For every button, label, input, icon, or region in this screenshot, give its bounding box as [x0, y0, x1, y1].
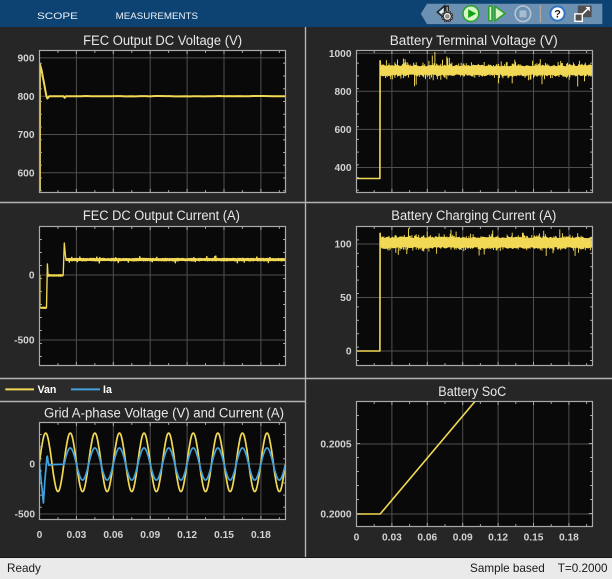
svg-text:50: 50 [340, 293, 352, 304]
svg-text:0: 0 [354, 532, 360, 543]
svg-text:0.12: 0.12 [488, 532, 508, 543]
svg-text:0.12: 0.12 [177, 530, 197, 541]
svg-text:Ia: Ia [103, 384, 112, 396]
svg-text:100: 100 [335, 240, 352, 251]
svg-text:0.2005: 0.2005 [320, 440, 351, 451]
svg-text:0.2000: 0.2000 [320, 510, 351, 521]
svg-text:600: 600 [18, 168, 35, 179]
svg-text:0.03: 0.03 [66, 530, 86, 541]
svg-text:MEASUREMENTS: MEASUREMENTS [116, 11, 198, 22]
svg-text:0.18: 0.18 [251, 530, 271, 541]
svg-text:0.06: 0.06 [103, 530, 123, 541]
svg-text:600: 600 [335, 125, 352, 136]
svg-text:0.09: 0.09 [453, 532, 473, 543]
svg-text:Battery Charging Current (A): Battery Charging Current (A) [391, 208, 556, 223]
svg-text:Battery SoC: Battery SoC [438, 384, 506, 399]
svg-text:-500: -500 [14, 336, 35, 347]
svg-text:FEC Output DC Voltage (V): FEC Output DC Voltage (V) [83, 33, 242, 48]
svg-text:?: ? [554, 8, 561, 20]
svg-text:0.18: 0.18 [559, 532, 579, 543]
svg-text:-500: -500 [15, 510, 36, 521]
svg-text:800: 800 [18, 92, 35, 103]
svg-text:0.09: 0.09 [140, 530, 160, 541]
svg-text:800: 800 [335, 87, 352, 98]
svg-text:700: 700 [18, 130, 35, 141]
svg-text:1000: 1000 [329, 49, 352, 60]
svg-text:Grid A-phase Voltage (V) and C: Grid A-phase Voltage (V) and Current (A) [44, 405, 284, 420]
svg-text:0.06: 0.06 [417, 532, 437, 543]
svg-text:FEC DC Output Current (A): FEC DC Output Current (A) [83, 208, 240, 223]
svg-text:Battery Terminal Voltage (V): Battery Terminal Voltage (V) [390, 33, 558, 48]
svg-text:400: 400 [335, 163, 352, 174]
svg-text:SCOPE: SCOPE [37, 11, 78, 22]
svg-text:0: 0 [346, 347, 352, 358]
svg-text:900: 900 [18, 54, 35, 65]
svg-text:0: 0 [29, 460, 35, 471]
svg-text:Van: Van [38, 384, 57, 396]
svg-text:0.15: 0.15 [214, 530, 234, 541]
svg-text:0.15: 0.15 [524, 532, 544, 543]
svg-text:0: 0 [29, 271, 35, 282]
svg-text:0: 0 [37, 530, 43, 541]
svg-text:0.03: 0.03 [382, 532, 402, 543]
